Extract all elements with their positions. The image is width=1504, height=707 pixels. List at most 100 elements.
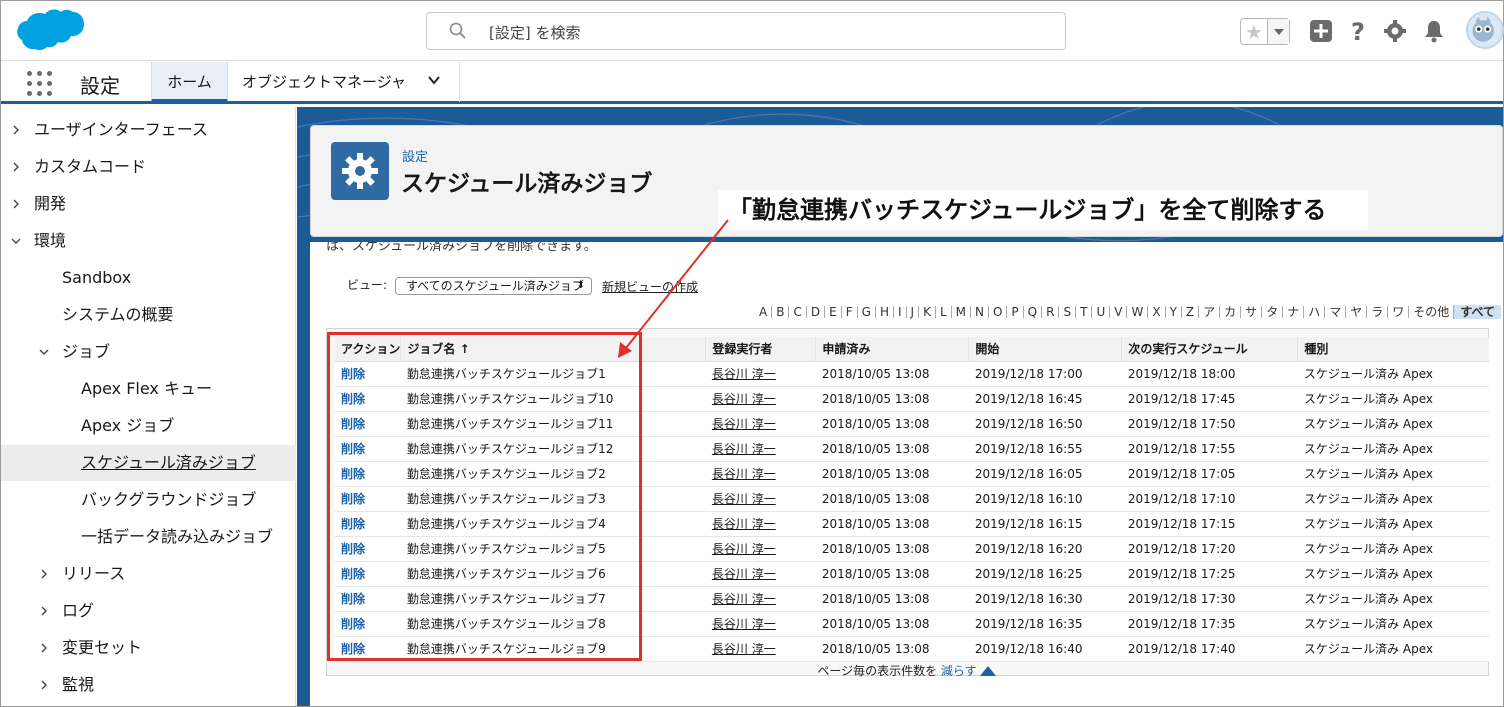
sidebar-item-apex-jobs[interactable]: Apex ジョブ xyxy=(1,408,296,444)
submitted-by-link[interactable]: 長谷川 淳一 xyxy=(705,636,816,662)
sidebar-item-environments[interactable]: 環境 xyxy=(1,223,296,259)
alpha-filter-item[interactable]: F xyxy=(840,306,857,318)
alpha-filter-item[interactable]: L xyxy=(934,306,951,318)
chevron-right-icon[interactable] xyxy=(39,680,49,690)
col-job-name[interactable]: ジョブ名 ↑ xyxy=(400,337,706,362)
delete-link[interactable]: 削除 xyxy=(335,536,401,562)
chevron-right-icon[interactable] xyxy=(39,606,49,616)
alpha-filter-item[interactable]: D xyxy=(805,306,824,318)
sidebar-item-monitoring[interactable]: 監視 xyxy=(1,667,296,703)
chevron-down-icon[interactable] xyxy=(427,73,441,87)
alpha-filter-item[interactable]: ヤ xyxy=(1345,306,1366,318)
triangle-up-icon[interactable] xyxy=(979,666,996,676)
sidebar-item-bulk-data-load-jobs[interactable]: 一括データ読み込みジョブ xyxy=(1,519,296,555)
sidebar-item-custom-code[interactable]: カスタムコード xyxy=(1,149,296,185)
sidebar-item-change-sets[interactable]: 変更セット xyxy=(1,630,296,666)
col-type[interactable]: 種別 xyxy=(1297,337,1489,362)
sidebar-item-development[interactable]: 開発 xyxy=(1,186,296,222)
alpha-filter-item[interactable]: Q xyxy=(1022,306,1041,318)
alpha-filter-item[interactable]: V xyxy=(1109,306,1126,318)
alpha-filter-item[interactable]: E xyxy=(824,306,841,318)
delete-link[interactable]: 削除 xyxy=(335,586,401,612)
breadcrumb[interactable]: 設定 xyxy=(402,146,428,165)
alpha-filter-item[interactable]: ラ xyxy=(1366,306,1387,318)
help-icon[interactable]: ? xyxy=(1346,19,1370,43)
delete-link[interactable]: 削除 xyxy=(335,361,401,387)
alpha-filter-item[interactable]: H xyxy=(874,306,893,318)
alpha-filter-item[interactable]: W xyxy=(1126,306,1147,318)
sidebar-item-system-overview[interactable]: システムの概要 xyxy=(1,297,296,333)
alpha-filter-item[interactable]: ワ xyxy=(1387,306,1408,318)
delete-link[interactable]: 削除 xyxy=(335,386,401,412)
chevron-right-icon[interactable] xyxy=(39,643,49,653)
tab-home[interactable]: ホーム xyxy=(151,62,228,102)
submitted-by-link[interactable]: 長谷川 淳一 xyxy=(705,561,816,587)
alpha-filter-item[interactable]: サ xyxy=(1240,306,1261,318)
submitted-by-link[interactable]: 長谷川 淳一 xyxy=(705,536,816,562)
delete-link[interactable]: 削除 xyxy=(335,486,401,512)
col-submitted[interactable]: 申請済み xyxy=(815,337,969,362)
alpha-filter-item[interactable]: G xyxy=(856,306,875,318)
alpha-filter-item[interactable]: P xyxy=(1006,306,1022,318)
delete-link[interactable]: 削除 xyxy=(335,611,401,637)
col-next-scheduled-run[interactable]: 次の実行スケジュール xyxy=(1121,337,1298,362)
alpha-filter-item[interactable]: B xyxy=(771,306,788,318)
delete-link[interactable]: 削除 xyxy=(335,461,401,487)
delete-link[interactable]: 削除 xyxy=(335,636,401,662)
submitted-by-link[interactable]: 長谷川 淳一 xyxy=(705,511,816,537)
alpha-filter-item[interactable]: ナ xyxy=(1282,306,1303,318)
notification-bell-icon[interactable] xyxy=(1422,19,1446,43)
delete-link[interactable]: 削除 xyxy=(335,436,401,462)
chevron-right-icon[interactable] xyxy=(11,125,21,135)
new-view-link[interactable]: 新規ビューの作成 xyxy=(602,278,698,295)
alpha-filter-item[interactable]: Y xyxy=(1164,306,1181,318)
chevron-right-icon[interactable] xyxy=(11,162,21,172)
delete-link[interactable]: 削除 xyxy=(335,561,401,587)
submitted-by-link[interactable]: 長谷川 淳一 xyxy=(705,586,816,612)
sidebar-item-deploy[interactable]: リリース xyxy=(1,556,296,592)
alpha-filter-item[interactable]: ハ xyxy=(1303,306,1324,318)
sidebar-item-scheduled-jobs[interactable]: スケジュール済みジョブ xyxy=(1,445,296,481)
submitted-by-link[interactable]: 長谷川 淳一 xyxy=(705,361,816,387)
submitted-by-link[interactable]: 長谷川 淳一 xyxy=(705,486,816,512)
alpha-filter-item[interactable]: I xyxy=(892,306,906,318)
submitted-by-link[interactable]: 長谷川 淳一 xyxy=(705,611,816,637)
alpha-filter-item[interactable]: J xyxy=(905,306,919,318)
chevron-down-icon[interactable] xyxy=(11,236,21,246)
sidebar-item-apex-flex-queue[interactable]: Apex Flex キュー xyxy=(1,371,296,407)
alpha-filter-item[interactable]: カ xyxy=(1219,306,1240,318)
alpha-filter-item[interactable]: O xyxy=(987,306,1006,318)
delete-link[interactable]: 削除 xyxy=(335,411,401,437)
add-icon[interactable] xyxy=(1309,19,1333,43)
salesforce-cloud-logo[interactable] xyxy=(15,7,87,57)
alpha-filter-item[interactable]: X xyxy=(1147,306,1164,318)
sidebar-item-sandbox[interactable]: Sandbox xyxy=(1,260,296,296)
sidebar-item-jobs[interactable]: ジョブ xyxy=(1,334,296,370)
alpha-filter-item[interactable]: U xyxy=(1091,306,1109,318)
alpha-filter-item[interactable]: S xyxy=(1058,306,1075,318)
chevron-down-icon[interactable] xyxy=(39,347,49,357)
delete-link[interactable]: 削除 xyxy=(335,511,401,537)
sidebar-item-user-interface[interactable]: ユーザインターフェース xyxy=(1,112,296,148)
alpha-filter-item[interactable]: すべて xyxy=(1453,305,1501,319)
alpha-filter-item[interactable]: タ xyxy=(1261,306,1282,318)
alpha-filter-item[interactable]: K xyxy=(918,306,935,318)
alpha-filter-item[interactable]: マ xyxy=(1324,306,1345,318)
col-started[interactable]: 開始 xyxy=(968,337,1122,362)
chevron-right-icon[interactable] xyxy=(39,569,49,579)
app-launcher-icon[interactable] xyxy=(25,69,55,99)
submitted-by-link[interactable]: 長谷川 淳一 xyxy=(705,386,816,412)
alpha-filter-item[interactable]: N xyxy=(969,306,988,318)
alpha-filter-item[interactable]: T xyxy=(1075,306,1091,318)
alpha-filter-item[interactable]: R xyxy=(1041,306,1058,318)
avatar[interactable] xyxy=(1466,11,1504,49)
chevron-down-icon[interactable] xyxy=(1267,19,1289,44)
alpha-filter-item[interactable]: A xyxy=(755,306,771,318)
view-select[interactable]: すべてのスケジュール済みジョブ ⬍ xyxy=(395,277,592,295)
alpha-filter-item[interactable]: Z xyxy=(1180,306,1198,318)
submitted-by-link[interactable]: 長谷川 淳一 xyxy=(705,461,816,487)
favorites-button[interactable]: ★ xyxy=(1240,18,1290,45)
alpha-filter-item[interactable]: M xyxy=(950,306,970,318)
submitted-by-link[interactable]: 長谷川 淳一 xyxy=(705,436,816,462)
alpha-filter-item[interactable]: その他 xyxy=(1408,306,1453,318)
